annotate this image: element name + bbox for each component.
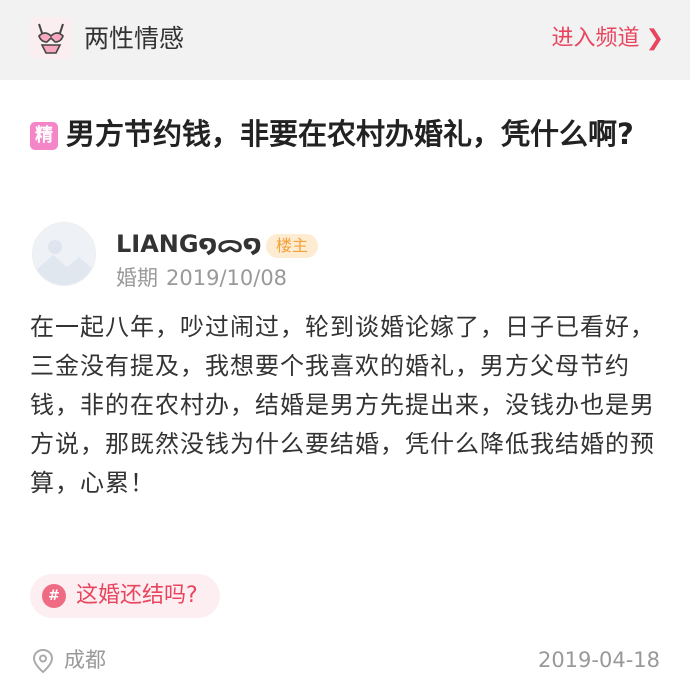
post-title: 精男方节约钱，非要在农村办婚礼，凭什么啊? [30, 112, 660, 156]
lingerie-icon[interactable] [30, 17, 72, 59]
post-body: 在一起八年，吵过闹过，轮到谈婚论嫁了，日子已看好，三金没有提及，我想要个我喜欢的… [30, 313, 655, 497]
topic-tag[interactable]: # 这婚还结吗? [30, 574, 220, 618]
enter-channel-label: 进入频道 [551, 26, 640, 51]
location-text: 成都 [64, 648, 106, 672]
author-name[interactable]: LIANG໑ᯅ໑ [116, 226, 262, 262]
hashtag-icon: # [42, 584, 66, 608]
location-pin-icon [32, 648, 54, 674]
post-date: 2019-04-18 [537, 648, 660, 672]
post-title-text: 男方节约钱，非要在农村办婚礼，凭什么啊? [66, 117, 634, 151]
wedding-date-label: 婚期 [116, 266, 158, 290]
enter-channel-link[interactable]: 进入频道 ❯ [552, 22, 664, 56]
wedding-date-value: 2019/10/08 [166, 266, 288, 290]
op-badge: 楼主 [266, 234, 319, 258]
channel-name[interactable]: 两性情感 [84, 21, 184, 57]
avatar[interactable] [32, 222, 96, 286]
chevron-right-icon: ❯ [645, 26, 664, 51]
post-title-block: 精男方节约钱，非要在农村办婚礼，凭什么啊? [30, 112, 660, 156]
featured-badge: 精 [30, 122, 58, 150]
wedding-date-meta: 婚期 2019/10/08 [116, 262, 287, 294]
channel-header: 两性情感 进入频道 ❯ [0, 0, 690, 80]
topic-tag-label: 这婚还结吗? [76, 583, 198, 608]
